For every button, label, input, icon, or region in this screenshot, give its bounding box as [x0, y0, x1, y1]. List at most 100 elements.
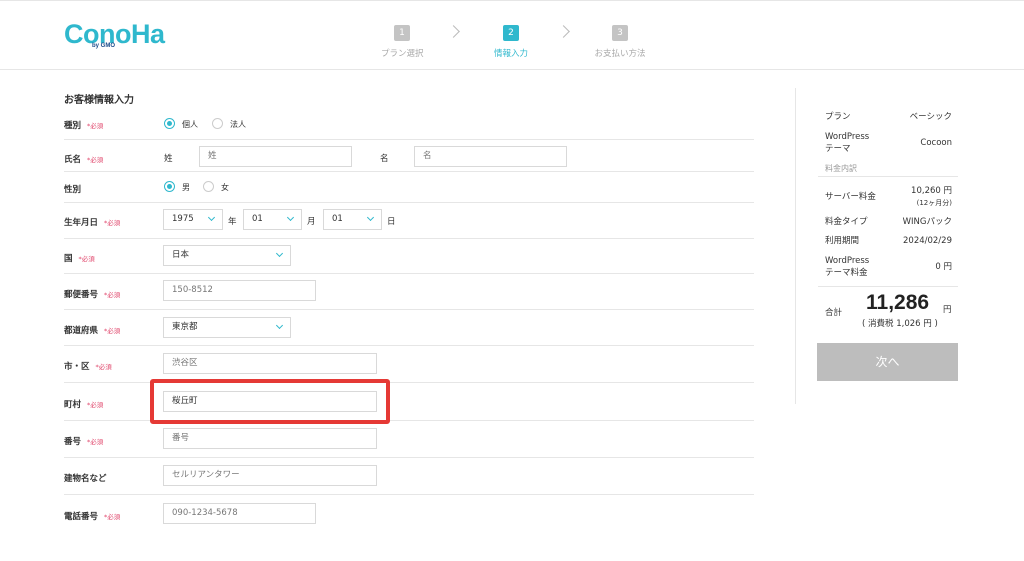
required-badge: *必須	[87, 122, 104, 130]
select-value: 1975	[172, 214, 194, 224]
required-badge: *必須	[87, 438, 104, 446]
total-tax: ( 消費税 1,026 円 )	[862, 319, 938, 329]
label-text: 番号	[64, 437, 82, 447]
first-name-input[interactable]: 名	[414, 146, 567, 167]
summary-key-line: WordPress	[825, 132, 870, 142]
first-name-label: 名	[380, 154, 389, 164]
field-label: 郵便番号 *必須	[64, 288, 120, 300]
zip-input[interactable]: 150-8512	[163, 280, 316, 301]
row-type: 種別 *必須 個人 法人	[64, 108, 754, 140]
label-text: 市・区	[64, 362, 90, 372]
row-city: 市・区 *必須 渋谷区	[64, 346, 754, 383]
chevron-down-icon	[366, 213, 375, 222]
summary-value: Cocoon	[920, 138, 952, 148]
radio-label: 個人	[182, 120, 198, 129]
label-text: 町村	[64, 400, 82, 410]
field-label: 町村 *必須	[64, 398, 103, 410]
step-number: 1	[394, 25, 410, 41]
field-label: 国 *必須	[64, 252, 95, 264]
birth-month-select[interactable]: 01	[243, 209, 302, 230]
step-info: 2 情報入力	[494, 20, 528, 59]
step-label: お支払い方法	[594, 49, 646, 59]
radio-female[interactable]	[203, 181, 214, 192]
summary-key: 料金内訳	[825, 164, 857, 173]
row-number: 番号 *必須 番号	[64, 421, 754, 458]
field-label: 電話番号 *必須	[64, 510, 120, 522]
step-payment: 3 お支払い方法	[594, 20, 646, 59]
chevron-down-icon	[275, 321, 284, 330]
select-value: 01	[332, 214, 343, 224]
form-title: お客様情報入力	[64, 95, 134, 106]
summary-value: 0 円	[935, 262, 952, 272]
country-select[interactable]: 日本	[163, 245, 291, 266]
highlight-box	[150, 379, 390, 424]
summary-key: サーバー料金	[825, 192, 876, 202]
building-input[interactable]: セルリアンタワー	[163, 465, 377, 486]
required-badge: *必須	[104, 513, 121, 521]
summary-value: ベーシック	[909, 112, 952, 122]
phone-input[interactable]: 090-1234-5678	[163, 503, 316, 524]
step-label: 情報入力	[494, 49, 529, 59]
day-unit: 日	[387, 217, 396, 227]
step-plan: 1 プラン選択	[381, 20, 424, 59]
label-text: 電話番号	[64, 512, 99, 522]
step-number: 3	[612, 25, 628, 41]
summary-key-line: テーマ料金	[825, 268, 868, 278]
row-zip: 郵便番号 *必須 150-8512	[64, 274, 754, 310]
chevron-down-icon	[207, 213, 216, 222]
field-label: 氏名 *必須	[64, 153, 103, 165]
required-badge: *必須	[78, 255, 95, 263]
field-label: 都道府県 *必須	[64, 324, 120, 336]
required-badge: *必須	[87, 401, 104, 409]
divider	[818, 176, 958, 177]
chevron-down-icon	[286, 213, 295, 222]
select-value: 日本	[172, 250, 190, 260]
fee-note: (12ヶ月分)	[916, 199, 952, 207]
last-name-input[interactable]: 姓	[199, 146, 352, 167]
radio-individual[interactable]	[164, 118, 175, 129]
row-prefecture: 都道府県 *必須 東京都	[64, 310, 754, 346]
next-button[interactable]: 次へ	[817, 343, 958, 381]
radio-corporation[interactable]	[212, 118, 223, 129]
month-unit: 月	[307, 217, 316, 227]
summary-key: 料金タイプ	[825, 217, 868, 227]
row-building: 建物名など セルリアンタワー	[64, 458, 754, 495]
select-value: 01	[252, 214, 263, 224]
prefecture-select[interactable]: 東京都	[163, 317, 291, 338]
label-text: 氏名	[64, 155, 82, 165]
radio-label: 女	[221, 183, 229, 192]
summary-key: プラン	[825, 112, 851, 122]
birth-year-select[interactable]: 1975	[163, 209, 223, 230]
summary-key-line: WordPress	[825, 256, 870, 266]
number-input[interactable]: 番号	[163, 428, 377, 449]
row-country: 国 *必須 日本	[64, 239, 754, 274]
required-badge: *必須	[104, 327, 121, 335]
radio-label: 法人	[230, 120, 246, 129]
field-label: 種別 *必須	[64, 119, 103, 131]
label-text: 都道府県	[64, 326, 99, 336]
chevron-down-icon	[275, 249, 284, 258]
summary-value: WINGパック	[902, 217, 952, 227]
label-text: 郵便番号	[64, 290, 99, 300]
conoha-logo[interactable]: ConoHa by GMO	[64, 19, 165, 53]
summary-key: 利用期間	[825, 236, 860, 246]
logo-sub: by GMO	[92, 43, 116, 49]
required-badge: *必須	[87, 156, 104, 164]
field-label: 生年月日 *必須	[64, 216, 120, 228]
summary-key: WordPress テーマ	[825, 131, 869, 155]
summary-value: 2024/02/29	[903, 236, 952, 246]
total-label: 合計	[825, 308, 843, 318]
required-badge: *必須	[95, 363, 112, 371]
birth-day-select[interactable]: 01	[323, 209, 382, 230]
field-label: 性別	[64, 185, 82, 195]
header: ConoHa by GMO 1 プラン選択 2 情報入力 3 お支払い方法	[0, 0, 1024, 70]
city-input[interactable]: 渋谷区	[163, 353, 377, 374]
total-unit: 円	[943, 305, 952, 315]
last-name-label: 姓	[164, 154, 173, 164]
sidebar-divider	[795, 88, 796, 404]
row-phone: 電話番号 *必須 090-1234-5678	[64, 495, 754, 535]
summary-key: WordPress テーマ料金	[825, 255, 869, 279]
radio-male[interactable]	[164, 181, 175, 192]
row-birthdate: 生年月日 *必須 1975 年 01 月 01 日	[64, 203, 754, 239]
chevron-right-icon	[447, 25, 460, 38]
